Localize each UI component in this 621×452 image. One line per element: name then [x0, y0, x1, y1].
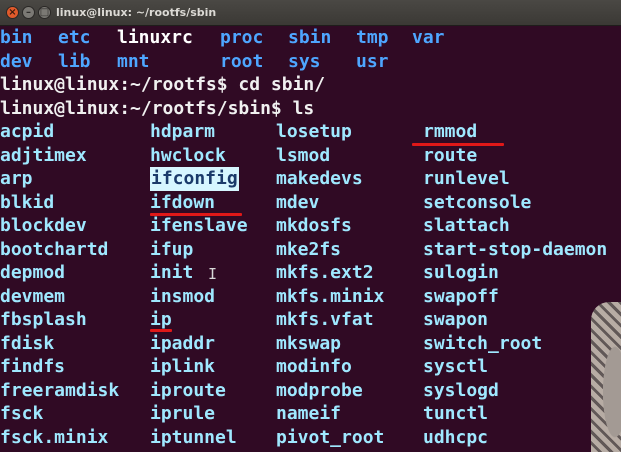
file-entry: fdisk [0, 332, 55, 354]
file-entry: ifenslave [150, 215, 248, 236]
file-entry: udhcpc [423, 426, 489, 448]
file-entry: setconsole [423, 191, 532, 213]
text-cursor-icon: I [208, 265, 218, 283]
file-entry: insmod [150, 285, 216, 307]
file-entry: ifup [150, 238, 194, 260]
dir-entry: tmp [356, 27, 389, 48]
file-entry: makedevs [276, 168, 363, 189]
ls-sbin-row: fsck iprule nameif tunctl [0, 402, 621, 426]
dir-entry: mnt [117, 50, 150, 72]
maximize-button[interactable]: □ [38, 6, 51, 19]
file-entry: swapoff [423, 285, 499, 307]
file-entry: fsck.minix [0, 426, 109, 448]
file-entry: iprule [150, 403, 216, 424]
selected-file-entry: ifconfig [150, 167, 239, 191]
photo-object-lanyard [591, 302, 621, 452]
ls-sbin-row: acpid hdparm losetup rmmod [0, 120, 621, 144]
file-entry: mkfs.minix [276, 285, 385, 307]
file-entry: adjtimex [0, 144, 87, 166]
file-entry: hdparm [150, 121, 216, 142]
ls-sbin-row: devmem insmod mkfs.minix swapoff [0, 285, 621, 309]
dir-entry: sys [288, 50, 321, 72]
shell-prompt-line: linux@linux:~/rootfs/sbin$ ls [0, 97, 315, 119]
file-entry: slattach [423, 215, 510, 236]
file-entry: runlevel [423, 168, 510, 189]
shell-prompt-line: linux@linux:~/rootfs$ cd sbin/ [0, 74, 326, 95]
file-entry: mkfs.vfat [276, 309, 374, 330]
ls-sbin-row: depmod init mkfs.ext2 sulogin [0, 261, 621, 285]
dir-entry: usr [356, 50, 389, 72]
dir-entry: bin [0, 27, 33, 48]
file-entry: mdev [276, 191, 320, 213]
file-entry: modinfo [276, 356, 352, 377]
file-entry: arp [0, 168, 33, 189]
dir-entry: root [220, 50, 264, 72]
red-underline-rmmod [412, 143, 504, 146]
file-entry: mkswap [276, 332, 342, 354]
dir-entry: proc [220, 27, 264, 48]
file-entry: acpid [0, 121, 55, 142]
file-entry: iptunnel [150, 426, 237, 448]
file-entry: losetup [276, 121, 352, 142]
file-entry: freeramdisk [0, 379, 120, 401]
file-entry: blkid [0, 191, 55, 213]
minimize-button[interactable]: – [22, 6, 35, 19]
file-entry: swapon [423, 309, 489, 330]
file-entry: mkfs.ext2 [276, 262, 374, 283]
file-entry: iproute [150, 379, 226, 401]
dir-entry: lib [58, 50, 91, 72]
file-entry: syslogd [423, 379, 499, 401]
red-underline-ifconfig [150, 213, 242, 216]
file-entry: tunctl [423, 403, 489, 424]
dir-entry: dev [0, 50, 33, 72]
ls-sbin-row: freeramdisk iproute modprobe syslogd [0, 379, 621, 403]
file-entry: linuxrc [117, 27, 193, 48]
file-entry: switch_root [423, 332, 543, 354]
file-entry: findfs [0, 356, 66, 377]
file-entry: fbsplash [0, 309, 87, 330]
ls-sbin-row: bootchartd ifup mke2fs start-stop-daemon [0, 238, 621, 262]
file-entry: nameif [276, 403, 342, 424]
dir-entry: etc [58, 27, 91, 48]
file-entry: modprobe [276, 379, 363, 401]
terminal-output[interactable]: bin etc linuxrc proc sbin tmp var dev li… [0, 26, 621, 452]
file-entry: rmmod [423, 121, 478, 142]
file-entry: start-stop-daemon [423, 238, 608, 260]
file-entry: depmod [0, 262, 66, 283]
file-entry: lsmod [276, 144, 331, 166]
terminal-window: × – □ linux@linux: ~/rootfs/sbin bin etc… [0, 0, 621, 452]
window-title: linux@linux: ~/rootfs/sbin [56, 6, 217, 19]
ls-sbin-row: adjtimex hwclock lsmod route [0, 144, 621, 168]
close-button[interactable]: × [6, 6, 19, 19]
file-entry: devmem [0, 285, 66, 307]
file-entry: ip [150, 309, 172, 330]
file-entry: sysctl [423, 356, 489, 377]
ls-sbin-row: blkid ifdown mdev setconsole [0, 191, 621, 215]
ls-sbin-row: arp ifconfig makedevs runlevel [0, 167, 621, 191]
file-entry: mkdosfs [276, 215, 352, 236]
dir-entry: var [412, 27, 445, 48]
file-entry: ifdown [150, 191, 216, 213]
file-entry: iplink [150, 356, 216, 377]
ls-root-row: dev lib mnt root sys usr [0, 50, 621, 74]
ls-sbin-row: fdisk ipaddr mkswap switch_root [0, 332, 621, 356]
ls-sbin-row: fbsplash ip mkfs.vfat swapon [0, 308, 621, 332]
file-entry: hwclock [150, 144, 226, 166]
file-entry: fsck [0, 403, 44, 424]
file-entry: route [423, 144, 478, 166]
file-entry: pivot_root [276, 426, 385, 448]
file-entry: init [150, 262, 194, 283]
ls-root-row: bin etc linuxrc proc sbin tmp var [0, 26, 621, 50]
ls-sbin-row: blockdev ifenslave mkdosfs slattach [0, 214, 621, 238]
dir-entry: sbin [288, 27, 332, 48]
file-entry: sulogin [423, 262, 499, 283]
ls-sbin-row: fsck.minix iptunnel pivot_root udhcpc [0, 426, 621, 450]
title-bar[interactable]: × – □ linux@linux: ~/rootfs/sbin [0, 0, 621, 26]
red-underline-ip [150, 329, 172, 332]
file-entry: ipaddr [150, 332, 216, 354]
ls-sbin-row: findfs iplink modinfo sysctl [0, 355, 621, 379]
file-entry: mke2fs [276, 238, 342, 260]
file-entry: bootchartd [0, 238, 109, 260]
file-entry: blockdev [0, 215, 87, 236]
